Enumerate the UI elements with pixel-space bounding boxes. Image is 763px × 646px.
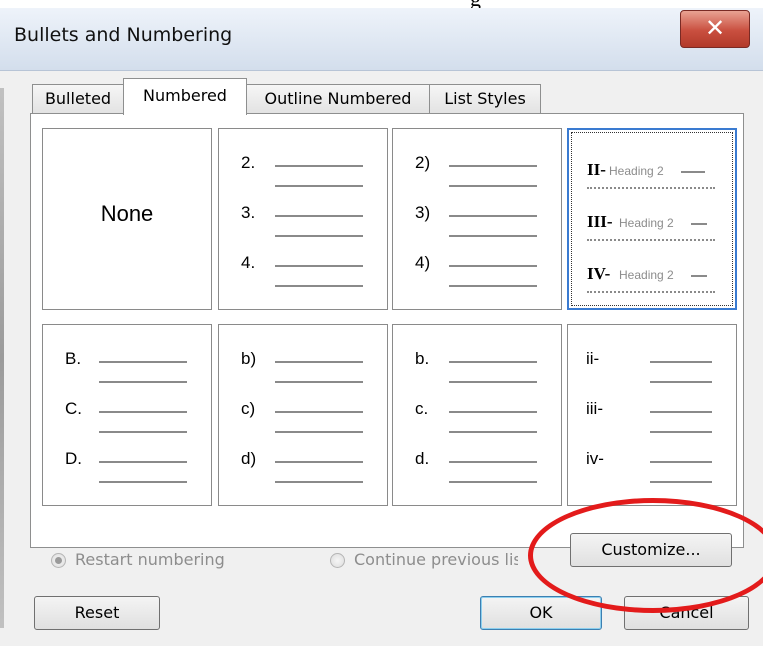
placeholder-line <box>275 481 363 483</box>
numbering-style-arabic-dot[interactable]: 2. 3. 4. <box>218 128 388 310</box>
bullets-and-numbering-dialog: Bullets and Numbering ✕ Bulleted Numbere… <box>0 8 763 646</box>
placeholder-line <box>449 235 537 237</box>
tab-numbered[interactable]: Numbered <box>123 78 247 115</box>
tab-label: Numbered <box>143 86 227 105</box>
numbering-style-lower-roman-dash[interactable]: ii- iii- iv- <box>567 324 737 506</box>
numbering-style-none[interactable]: None <box>42 128 212 310</box>
reset-button[interactable]: Reset <box>34 596 160 630</box>
dialog-title: Bullets and Numbering <box>14 24 233 46</box>
list-number: ii- <box>586 349 600 368</box>
numbering-style-arabic-paren[interactable]: 2) 3) 4) <box>392 128 562 310</box>
placeholder-line <box>681 171 705 173</box>
title-bar[interactable]: Bullets and Numbering ✕ <box>0 8 763 71</box>
list-number: 2. <box>241 153 256 172</box>
list-number: 3. <box>241 203 256 222</box>
list-number: B. <box>65 349 82 368</box>
placeholder-line <box>99 481 187 483</box>
placeholder-line <box>650 381 712 383</box>
tab-label: Bulleted <box>44 89 112 108</box>
list-number: 4) <box>415 253 431 272</box>
numbering-style-upper-alpha-dot[interactable]: B. C. D. <box>42 324 212 506</box>
list-number: iii- <box>586 399 603 418</box>
placeholder-line <box>275 285 363 287</box>
placeholder-line <box>587 289 715 293</box>
placeholder-line <box>449 215 537 217</box>
placeholder-line <box>275 431 363 433</box>
placeholder-line <box>691 223 707 225</box>
placeholder-line <box>275 411 363 413</box>
placeholder-line <box>449 461 537 463</box>
restart-numbering-label: Restart numbering <box>75 550 225 569</box>
list-number: c) <box>241 399 256 418</box>
list-number: D. <box>65 449 82 468</box>
list-number: b. <box>415 349 430 368</box>
placeholder-line <box>650 361 712 363</box>
background-document-fragment: g <box>0 0 763 8</box>
placeholder-line <box>275 381 363 383</box>
placeholder-line <box>275 185 363 187</box>
placeholder-line <box>449 185 537 187</box>
placeholder-line <box>449 431 537 433</box>
reset-button-label: Reset <box>74 603 120 622</box>
placeholder-line <box>650 481 712 483</box>
placeholder-line <box>449 165 537 167</box>
placeholder-line <box>587 185 715 189</box>
none-label: None <box>100 201 154 226</box>
placeholder-line <box>99 461 187 463</box>
list-number: c. <box>415 399 429 418</box>
list-number: 3) <box>415 203 431 222</box>
list-number: 4. <box>241 253 256 272</box>
tab-outline-numbered[interactable]: Outline Numbered <box>246 84 430 114</box>
placeholder-line <box>99 361 187 363</box>
placeholder-line <box>650 411 712 413</box>
placeholder-line <box>275 165 363 167</box>
placeholder-line <box>99 381 187 383</box>
placeholder-line <box>449 361 537 363</box>
placeholder-line <box>275 265 363 267</box>
placeholder-line <box>691 275 707 277</box>
ok-button-label: OK <box>529 603 553 622</box>
numbering-style-lower-alpha-dot[interactable]: b. c. d. <box>392 324 562 506</box>
numbering-style-roman-heading[interactable]: II- Heading 2 III- Heading 2 IV- Heading… <box>567 128 737 310</box>
placeholder-line <box>650 461 712 463</box>
placeholder-line <box>449 265 537 267</box>
placeholder-line <box>587 237 715 241</box>
placeholder-line <box>275 361 363 363</box>
annotation-highlight-ring <box>528 498 763 613</box>
placeholder-line <box>449 381 537 383</box>
list-number: d) <box>241 449 257 468</box>
list-number: b) <box>241 349 257 368</box>
placeholder-line <box>449 285 537 287</box>
list-number: IV- <box>587 264 611 283</box>
close-icon: ✕ <box>704 14 726 42</box>
heading-text: Heading 2 <box>619 216 674 230</box>
placeholder-line <box>449 481 537 483</box>
placeholder-line <box>275 235 363 237</box>
list-number: III- <box>587 212 613 231</box>
placeholder-line <box>650 431 712 433</box>
tab-list-styles[interactable]: List Styles <box>429 84 541 114</box>
list-number: C. <box>65 399 82 418</box>
numbered-tab-panel: None 2. 3. 4. 2) 3) 4) II- Heading 2 III… <box>30 113 744 548</box>
placeholder-line <box>275 461 363 463</box>
placeholder-line <box>99 431 187 433</box>
heading-text: Heading 2 <box>619 268 674 282</box>
tab-bulleted[interactable]: Bulleted <box>32 84 124 114</box>
list-number: 2) <box>415 153 431 172</box>
placeholder-line <box>99 411 187 413</box>
continue-previous-list-label: Continue previous list <box>354 550 518 569</box>
restart-numbering-radio[interactable] <box>51 553 66 568</box>
heading-text: Heading 2 <box>609 164 664 178</box>
list-number: iv- <box>586 449 604 468</box>
continue-previous-list-radio[interactable] <box>330 553 345 568</box>
placeholder-line <box>275 215 363 217</box>
tab-label: Outline Numbered <box>264 89 412 108</box>
tab-label: List Styles <box>444 89 526 108</box>
list-number: II- <box>587 160 606 179</box>
close-button[interactable]: ✕ <box>680 10 750 48</box>
placeholder-line <box>449 411 537 413</box>
numbering-style-lower-alpha-paren[interactable]: b) c) d) <box>218 324 388 506</box>
window-edge-shadow <box>0 88 4 628</box>
list-number: d. <box>415 449 430 468</box>
